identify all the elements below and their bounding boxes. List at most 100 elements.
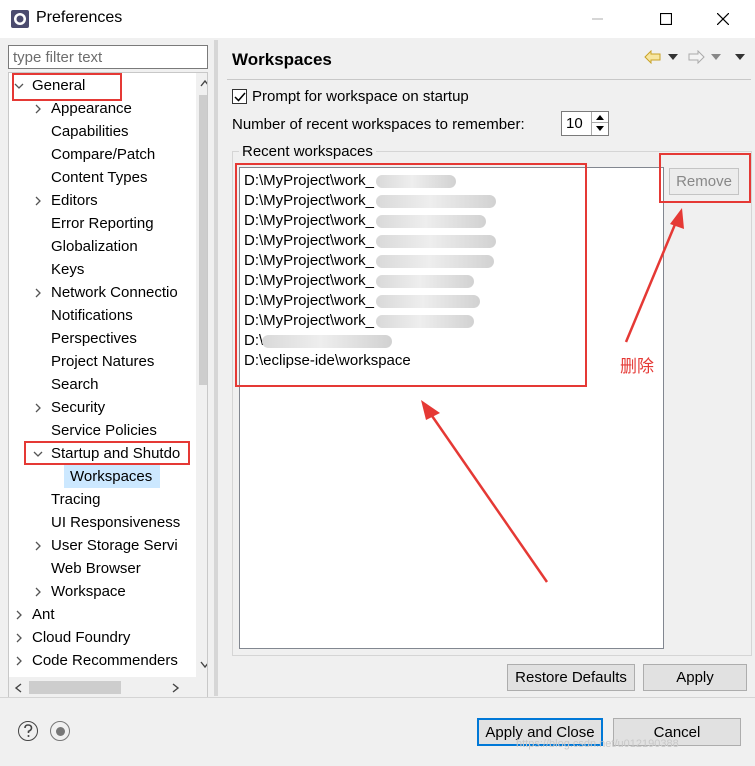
tree-item[interactable]: Workspaces <box>51 465 194 488</box>
title-separator <box>227 79 751 80</box>
chevron-right-icon[interactable] <box>33 587 43 597</box>
tree-item[interactable]: Notifications <box>32 304 194 327</box>
workspace-list-item[interactable]: D:\MyProject\work_ <box>244 291 374 311</box>
chevron-right-icon[interactable] <box>33 403 43 413</box>
tree-item[interactable]: Workspace <box>32 580 194 603</box>
recent-count-spinner[interactable]: 10 <box>561 111 609 136</box>
workspace-path: D:\ <box>244 332 264 349</box>
workspace-list-item[interactable]: D:\MyProject\work_ <box>244 231 374 251</box>
prompt-workspace-label: Prompt for workspace on startup <box>252 88 469 105</box>
tree-item[interactable]: UI Responsiveness <box>32 511 194 534</box>
close-window-button[interactable] <box>700 0 746 38</box>
workspace-list-item[interactable]: D:\MyProject\work_ <box>244 271 374 291</box>
preference-page: Workspaces Prompt for workspace on start… <box>219 40 755 696</box>
tree-horizontal-scrollbar[interactable] <box>9 677 207 697</box>
workspace-path: D:\MyProject\work_ <box>244 192 375 209</box>
view-menu-icon[interactable] <box>735 54 745 60</box>
remove-button[interactable]: Remove <box>669 168 739 195</box>
tree-item[interactable]: Service Policies <box>32 419 194 442</box>
chevron-right-icon[interactable] <box>33 541 43 551</box>
workspace-path: D:\MyProject\work_ <box>244 292 375 309</box>
oomph-preferences-icon[interactable] <box>50 721 70 741</box>
help-icon[interactable] <box>18 721 38 741</box>
scroll-left-icon[interactable] <box>14 683 22 693</box>
tree-item-label: Keys <box>51 261 85 278</box>
workspace-list-item[interactable]: D:\eclipse-ide\workspace <box>244 351 411 371</box>
tree-item[interactable]: Ant <box>13 603 194 626</box>
spinner-down-button[interactable] <box>591 123 608 135</box>
redacted-path-blur <box>376 275 474 288</box>
tree-item[interactable]: Compare/Patch <box>32 143 194 166</box>
prompt-workspace-checkbox-row[interactable]: Prompt for workspace on startup <box>232 88 469 105</box>
workspace-path: D:\MyProject\work_ <box>244 252 375 269</box>
workspace-list-item[interactable]: D:\MyProject\work_ <box>244 311 374 331</box>
chevron-right-icon[interactable] <box>33 104 43 114</box>
workspace-list-item[interactable]: D:\MyProject\work_ <box>244 191 374 211</box>
tree-item-label: Error Reporting <box>51 215 154 232</box>
tree-item[interactable]: Content Types <box>32 166 194 189</box>
chevron-right-icon[interactable] <box>33 196 43 206</box>
prompt-workspace-checkbox[interactable] <box>232 89 247 104</box>
horizontal-scroll-thumb[interactable] <box>29 681 121 694</box>
recent-count-label: Number of recent workspaces to remember: <box>232 116 525 133</box>
forward-arrow-icon[interactable] <box>687 50 705 64</box>
tree-item-label: Service Policies <box>51 422 157 439</box>
tree-item-label: Cloud Foundry <box>32 629 131 646</box>
tree-item[interactable]: General <box>13 74 194 97</box>
scroll-down-icon[interactable] <box>200 661 208 669</box>
tree-item[interactable]: Startup and Shutdo <box>32 442 194 465</box>
forward-dropdown-icon[interactable] <box>711 54 721 60</box>
tree-vertical-scrollbar[interactable] <box>196 73 208 677</box>
chevron-right-icon[interactable] <box>14 610 24 620</box>
back-dropdown-icon[interactable] <box>668 54 678 60</box>
spinner-up-button[interactable] <box>591 112 608 123</box>
tree-item[interactable]: Search <box>32 373 194 396</box>
tree-item[interactable]: Globalization <box>32 235 194 258</box>
tree-item[interactable]: Capabilities <box>32 120 194 143</box>
window-title: Preferences <box>36 9 123 26</box>
chevron-right-icon[interactable] <box>14 656 24 666</box>
scroll-right-icon[interactable] <box>172 683 180 693</box>
tree-item[interactable]: Project Natures <box>32 350 194 373</box>
apply-button[interactable]: Apply <box>643 664 747 691</box>
recent-workspaces-list[interactable]: D:\MyProject\work_ D:\MyProject\work_ D:\M… <box>239 167 664 649</box>
chevron-down-icon[interactable] <box>14 81 24 91</box>
tree-item[interactable]: Keys <box>32 258 194 281</box>
recent-count-value[interactable]: 10 <box>566 115 583 132</box>
preference-tree[interactable]: General Appearance Capabilities Compare/Pat… <box>8 72 208 698</box>
tree-item[interactable]: Web Browser <box>32 557 194 580</box>
circle-dot-icon <box>55 726 65 736</box>
tree-item[interactable]: Code Recommenders <box>13 649 194 672</box>
tree-item[interactable]: User Storage Servi <box>32 534 194 557</box>
tree-item[interactable]: Editors <box>32 189 194 212</box>
maximize-button[interactable] <box>643 0 689 38</box>
workspace-list-item[interactable]: D:\MyProject\work_ <box>244 211 374 231</box>
tree-item-label: Capabilities <box>51 123 129 140</box>
redacted-path-blur <box>262 335 392 348</box>
workspace-list-item[interactable]: D:\MyProject\work_ <box>244 171 374 191</box>
tree-item-label: Editors <box>51 192 98 209</box>
workspace-list-item[interactable]: D:\ <box>244 331 263 351</box>
vertical-scroll-thumb[interactable] <box>199 95 207 385</box>
pane-splitter[interactable] <box>214 40 218 696</box>
tree-item[interactable]: Security <box>32 396 194 419</box>
workspace-path: D:\MyProject\work_ <box>244 212 375 229</box>
tree-item[interactable]: Cloud Foundry <box>13 626 194 649</box>
filter-input[interactable] <box>8 45 208 69</box>
chevron-down-icon[interactable] <box>33 449 43 459</box>
chevron-right-icon[interactable] <box>33 288 43 298</box>
tree-item[interactable]: Perspectives <box>32 327 194 350</box>
tree-item[interactable]: Error Reporting <box>32 212 194 235</box>
redacted-path-blur <box>376 235 496 248</box>
tree-item[interactable]: Network Connectio <box>32 281 194 304</box>
minimize-button[interactable] <box>575 0 621 38</box>
tree-item-label: Web Browser <box>51 560 141 577</box>
scroll-up-icon[interactable] <box>200 79 208 87</box>
back-arrow-icon[interactable] <box>644 50 662 64</box>
tree-item[interactable]: Appearance <box>32 97 194 120</box>
tree-item[interactable]: Tracing <box>32 488 194 511</box>
restore-defaults-button[interactable]: Restore Defaults <box>507 664 635 691</box>
workspace-list-item[interactable]: D:\MyProject\work_ <box>244 251 374 271</box>
eclipse-app-icon <box>11 10 29 28</box>
chevron-right-icon[interactable] <box>14 633 24 643</box>
